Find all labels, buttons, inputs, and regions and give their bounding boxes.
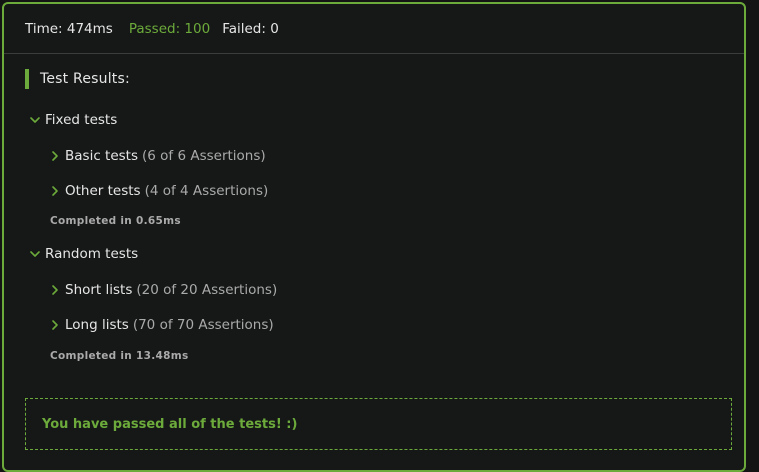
test-item-label: Long lists (65, 317, 129, 333)
test-summary-bar: Time: 474ms Passed: 100 Failed: 0 (4, 4, 744, 54)
assertion-count: (70 of 70 Assertions) (132, 317, 274, 333)
test-item-label: Short lists (65, 282, 133, 298)
heading-accent-bar (25, 69, 29, 89)
failed-stat: Failed: 0 (222, 20, 279, 37)
completed-time: Completed in 0.65ms (50, 215, 181, 227)
time-stat: Time: 474ms (25, 20, 113, 37)
chevron-right-icon (48, 318, 62, 332)
results-heading-text: Test Results: (40, 71, 130, 87)
chevron-down-icon (28, 113, 42, 127)
chevron-down-icon (28, 247, 42, 261)
chevron-right-icon (48, 184, 62, 198)
group-label: Fixed tests (45, 112, 118, 128)
assertion-count: (6 of 6 Assertions) (142, 148, 266, 164)
test-item-other-tests[interactable]: Other tests (4 of 4 Assertions) (48, 183, 268, 199)
group-random-tests[interactable]: Random tests (28, 246, 138, 262)
chevron-right-icon (48, 283, 62, 297)
assertion-count: (20 of 20 Assertions) (136, 282, 278, 298)
group-fixed-tests[interactable]: Fixed tests (28, 112, 117, 128)
pass-message-box: You have passed all of the tests! :) (25, 398, 732, 450)
pass-message: You have passed all of the tests! :) (42, 416, 298, 432)
test-item-short-lists[interactable]: Short lists (20 of 20 Assertions) (48, 282, 277, 298)
test-item-long-lists[interactable]: Long lists (70 of 70 Assertions) (48, 317, 274, 333)
test-item-label: Other tests (65, 183, 141, 199)
group-label: Random tests (45, 246, 139, 262)
test-item-basic-tests[interactable]: Basic tests (6 of 6 Assertions) (48, 148, 266, 164)
results-heading: Test Results: (25, 68, 130, 90)
completed-time: Completed in 13.48ms (50, 350, 189, 362)
test-item-label: Basic tests (65, 148, 138, 164)
test-results-panel: Time: 474ms Passed: 100 Failed: 0 Test R… (2, 2, 746, 472)
chevron-right-icon (48, 149, 62, 163)
assertion-count: (4 of 4 Assertions) (144, 183, 269, 199)
passed-stat: Passed: 100 (128, 20, 211, 37)
